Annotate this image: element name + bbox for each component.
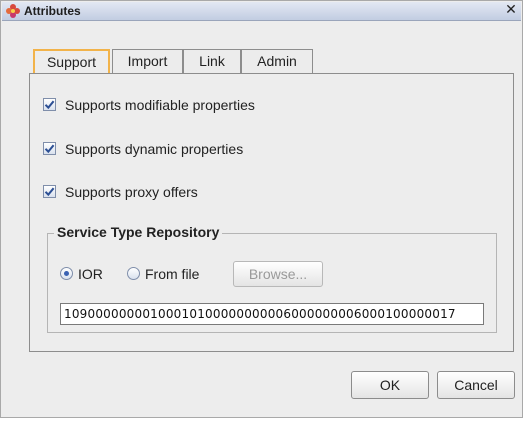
modifiable-properties-checkbox[interactable]: [43, 98, 56, 111]
check-icon: [44, 187, 55, 197]
from-file-radio[interactable]: [127, 267, 140, 280]
tab-link[interactable]: Link: [183, 49, 241, 73]
proxy-offers-checkbox[interactable]: [43, 185, 56, 198]
tab-support[interactable]: Support: [33, 49, 110, 73]
from-file-label: From file: [145, 266, 200, 282]
service-type-repository-title: Service Type Repository: [54, 224, 223, 240]
attributes-dialog: Attributes ✕ Support Import Link Admin S…: [0, 0, 523, 418]
service-type-repository-group: Service Type Repository IOR From file Br…: [47, 224, 497, 333]
title-bar[interactable]: Attributes ✕: [2, 2, 521, 21]
cancel-button[interactable]: Cancel: [437, 371, 515, 399]
close-icon[interactable]: ✕: [504, 3, 518, 18]
radio-selected-dot: [64, 271, 69, 276]
ok-button[interactable]: OK: [351, 371, 429, 399]
dynamic-properties-checkbox[interactable]: [43, 142, 56, 155]
ior-input[interactable]: [60, 303, 484, 325]
ior-label: IOR: [78, 266, 103, 282]
tab-admin[interactable]: Admin: [241, 49, 313, 73]
check-icon: [44, 144, 55, 154]
check-icon: [44, 100, 55, 110]
modifiable-properties-label: Supports modifiable properties: [65, 97, 255, 113]
proxy-offers-label: Supports proxy offers: [65, 184, 198, 200]
window-title: Attributes: [24, 4, 81, 18]
dynamic-properties-label: Supports dynamic properties: [65, 141, 244, 157]
support-panel: Supports modifiable properties Supports …: [29, 73, 514, 352]
tab-import[interactable]: Import: [112, 49, 183, 73]
app-icon: [6, 4, 20, 18]
ior-radio[interactable]: [60, 267, 73, 280]
browse-button[interactable]: Browse...: [233, 261, 323, 287]
